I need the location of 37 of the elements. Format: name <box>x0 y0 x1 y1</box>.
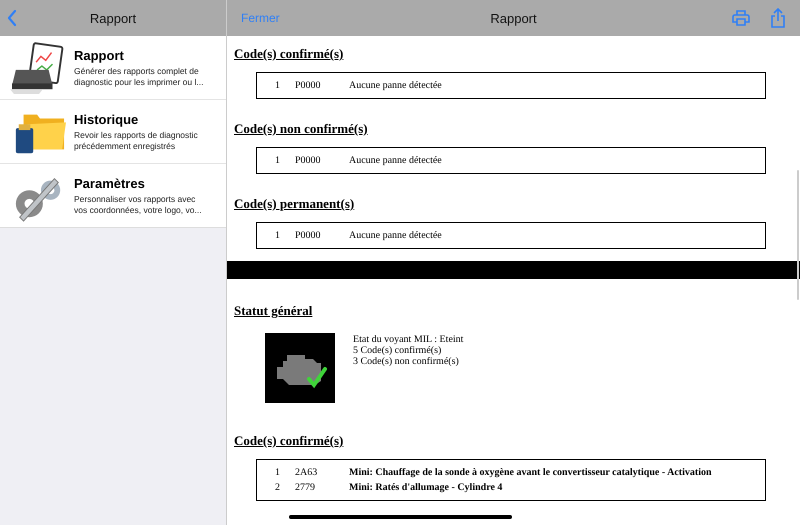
code-index: 1 <box>275 230 281 241</box>
item-description: Générer des rapports complet de diagnostic pour les imprimer ou l... <box>74 66 204 88</box>
fault-code: 2A63 <box>295 467 318 478</box>
status-line: 3 Code(s) non confirmé(s) <box>353 356 460 367</box>
back-icon[interactable] <box>7 9 17 27</box>
section-heading: Code(s) confirmé(s) <box>234 433 344 450</box>
item-title: Rapport <box>74 48 125 63</box>
fault-description: Mini: Ratés d'allumage - Cylindre 4 <box>349 482 502 493</box>
fault-code: 2779 <box>295 482 316 493</box>
fault-description: Aucune panne détectée <box>349 80 442 91</box>
fault-description: Aucune panne détectée <box>349 155 442 166</box>
menu-item[interactable]: Rapport Générer des rapports complet de diagnostic pour les imprimer ou l... <box>0 36 226 100</box>
report-title: Rapport <box>490 10 537 26</box>
item-description: Personnaliser vos rapports avec vos coordonnées, votre logo, vo... <box>74 194 203 216</box>
fault-code: P0000 <box>295 155 322 166</box>
item-description: Revoir les rapports de diagnostic précédemment enregistrés <box>74 130 199 152</box>
menu-item[interactable]: Historique Revoir les rapports de diagnostic précédemment enregistrés <box>0 100 226 164</box>
status-line: 5 Code(s) confirmé(s) <box>353 345 442 356</box>
section-heading: Code(s) non confirmé(s) <box>234 121 369 138</box>
share-icon[interactable] <box>770 8 786 28</box>
code-index: 1 <box>275 467 281 478</box>
item-title: Historique <box>74 112 140 127</box>
fault-description: Mini: Chauffage de la sonde à oxygène avant le convertisseur catalytique - Activation <box>349 467 712 478</box>
code-index: 1 <box>275 155 281 166</box>
print-icon[interactable] <box>732 10 750 26</box>
section-heading: Code(s) permanent(s) <box>234 196 356 213</box>
engine-check-icon <box>265 333 335 403</box>
fault-code: P0000 <box>295 80 322 91</box>
status-line: Etat du voyant MIL : Eteint <box>353 334 464 345</box>
code-index: 2 <box>275 482 281 493</box>
code-index: 1 <box>275 80 281 91</box>
section-heading: Code(s) confirmé(s) <box>234 46 344 63</box>
item-title: Paramètres <box>74 176 146 191</box>
sidebar-title: Rapport <box>90 10 136 26</box>
fault-description: Aucune panne détectée <box>349 230 442 241</box>
fault-code: P0000 <box>295 230 322 241</box>
section-heading: Statut général <box>234 303 314 320</box>
